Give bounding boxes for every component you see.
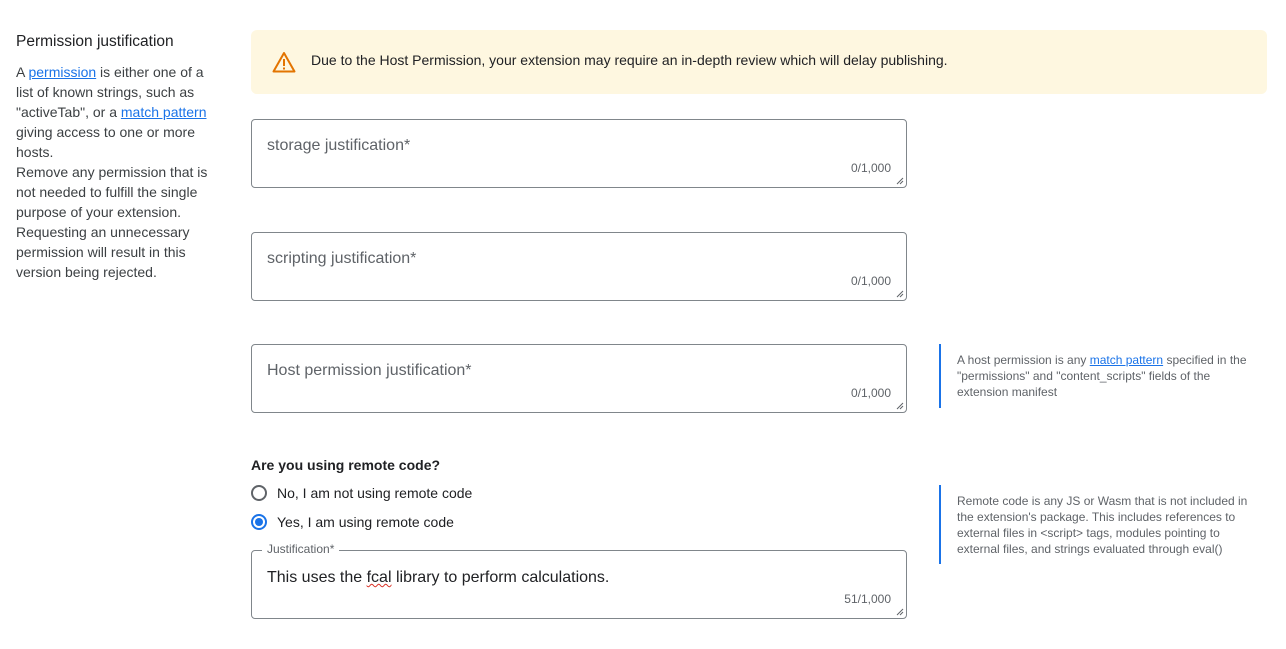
host-permission-justification-field[interactable]: Host permission justification* 0/1,000 <box>251 344 907 413</box>
warning-message: Due to the Host Permission, your extensi… <box>311 52 948 68</box>
remote-code-no-label: No, I am not using remote code <box>277 485 473 501</box>
character-counter: 51/1,000 <box>844 592 891 606</box>
host-permission-warning-banner: Due to the Host Permission, your extensi… <box>251 30 1267 94</box>
match-pattern-help-link[interactable]: match pattern <box>1090 353 1163 367</box>
character-counter: 0/1,000 <box>850 274 891 288</box>
remote-code-justification-field[interactable]: Justification* This uses the fcal librar… <box>251 542 907 619</box>
radio-unchecked[interactable] <box>251 485 267 501</box>
character-counter: 0/1,000 <box>850 386 891 400</box>
resize-handle-icon[interactable] <box>896 402 904 410</box>
radio-checked[interactable] <box>251 514 267 530</box>
match-pattern-link[interactable]: match pattern <box>121 104 207 120</box>
resize-handle-icon[interactable] <box>896 177 904 185</box>
remote-code-help-note: Remote code is any JS or Wasm that is no… <box>939 485 1251 564</box>
misspelled-word: fcal <box>366 569 392 586</box>
storage-justification-field[interactable]: storage justification* 0/1,000 <box>251 119 907 188</box>
permission-description: A permission is either one of a list of … <box>16 64 207 160</box>
remote-code-yes-label: Yes, I am using remote code <box>277 514 454 530</box>
remove-permission-advice: Remove any permission that is not needed… <box>16 164 208 280</box>
host-permission-justification-placeholder: Host permission justification* <box>267 362 472 379</box>
storage-justification-placeholder: storage justification* <box>267 137 411 154</box>
resize-handle-icon[interactable] <box>896 608 904 616</box>
section-title: Permission justification <box>16 33 174 50</box>
sidebar: Permission justification A permission is… <box>16 32 216 282</box>
resize-handle-icon[interactable] <box>896 290 904 298</box>
remote-code-question: Are you using remote code? <box>251 457 441 473</box>
remote-code-no-option[interactable]: No, I am not using remote code <box>251 485 472 501</box>
host-permission-help-note: A host permission is any match pattern s… <box>939 344 1251 408</box>
warning-icon <box>272 52 296 73</box>
permission-link[interactable]: permission <box>28 64 96 80</box>
character-counter: 0/1,000 <box>850 161 891 175</box>
scripting-justification-field[interactable]: scripting justification* 0/1,000 <box>251 232 907 301</box>
remote-code-yes-option[interactable]: Yes, I am using remote code <box>251 514 454 530</box>
scripting-justification-placeholder: scripting justification* <box>267 250 417 267</box>
justification-value: This uses the fcal library to perform ca… <box>267 569 610 586</box>
justification-label: Justification* <box>262 542 340 556</box>
